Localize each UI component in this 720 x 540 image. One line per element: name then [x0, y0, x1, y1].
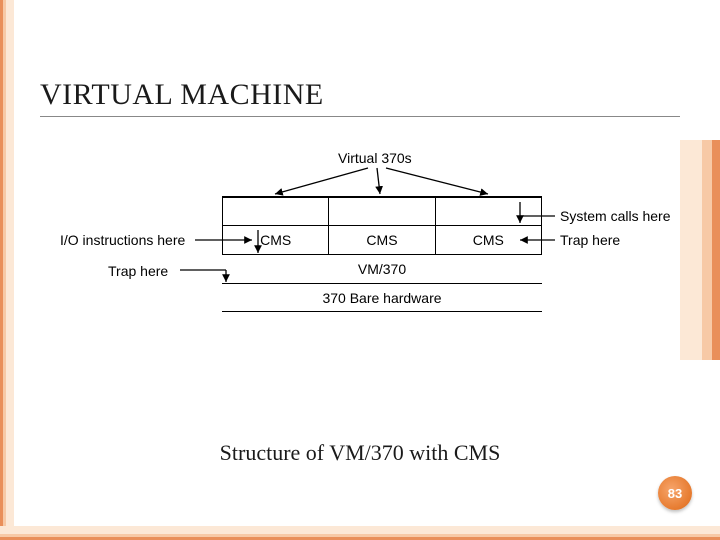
slide-caption: Structure of VM/370 with CMS: [0, 440, 720, 466]
vm370-diagram: Virtual 370s I/O instructions here Trap …: [60, 150, 660, 330]
right-decoration: [680, 140, 720, 360]
slide-title: VIRTUAL MACHINE: [40, 78, 680, 117]
bottom-decoration: [0, 526, 720, 540]
page-number-badge: 83: [658, 476, 692, 510]
page-number: 83: [668, 486, 682, 501]
diagram-arrows: [60, 150, 660, 330]
